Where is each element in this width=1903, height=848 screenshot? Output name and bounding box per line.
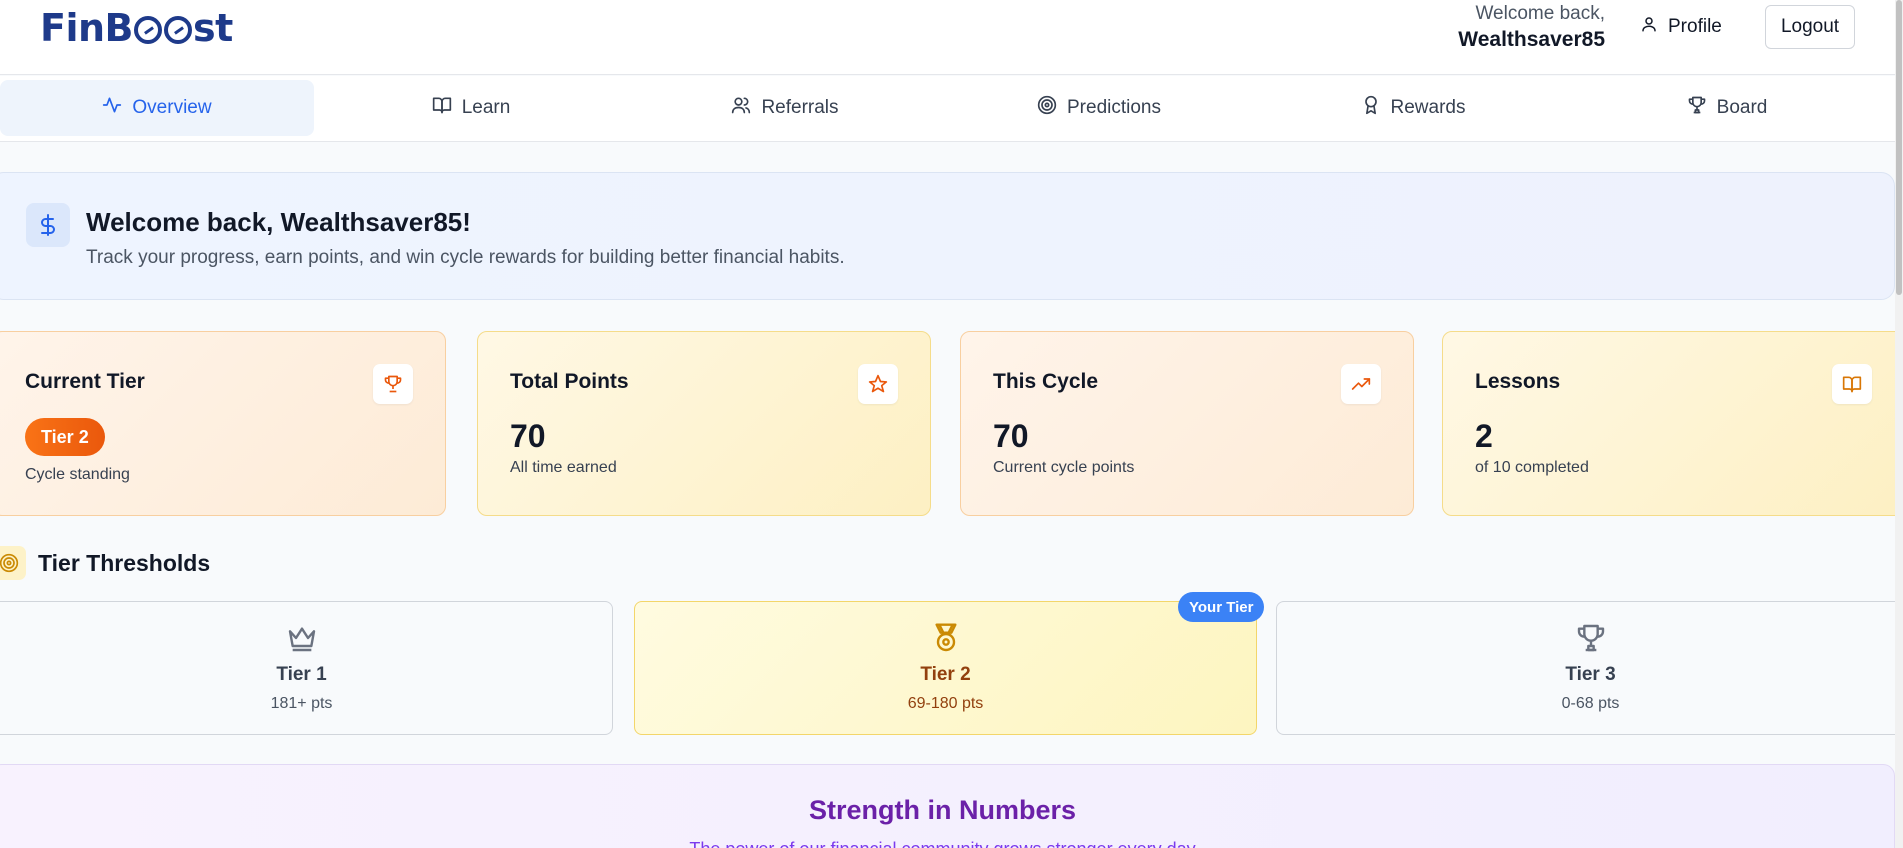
tab-label: Predictions bbox=[1067, 97, 1161, 118]
logout-button[interactable]: Logout bbox=[1765, 5, 1855, 49]
book-icon bbox=[432, 95, 452, 121]
tab-learn[interactable]: Learn bbox=[314, 80, 628, 136]
card-subtitle: Cycle standing bbox=[25, 466, 130, 483]
card-value: 2 bbox=[1475, 418, 1493, 454]
tier-name: Tier 1 bbox=[276, 664, 327, 685]
user-icon bbox=[1640, 15, 1658, 39]
card-subtitle: All time earned bbox=[510, 459, 617, 476]
total-points-card: Total Points 70 All time earned bbox=[477, 331, 931, 516]
tier-points: 0-68 pts bbox=[1561, 695, 1620, 712]
trophy-icon bbox=[373, 364, 413, 404]
tier-name: Tier 2 bbox=[920, 664, 971, 685]
tier-name: Tier 3 bbox=[1565, 664, 1616, 685]
scroll-thumb[interactable] bbox=[1896, 0, 1902, 295]
trophy-icon bbox=[1687, 95, 1707, 121]
tab-label: Rewards bbox=[1390, 97, 1466, 118]
tab-label: Learn bbox=[461, 97, 511, 118]
tab-referrals[interactable]: Referrals bbox=[628, 80, 942, 136]
target-icon bbox=[1037, 95, 1057, 121]
username-label: Wealthsaver85 bbox=[1458, 28, 1605, 51]
card-title: This Cycle bbox=[993, 370, 1099, 393]
star-icon bbox=[858, 364, 898, 404]
crown-icon bbox=[0, 622, 612, 654]
section-title: Tier Thresholds bbox=[38, 549, 211, 576]
strength-title: Strength in Numbers bbox=[808, 795, 1077, 825]
card-title: Current Tier bbox=[25, 370, 145, 393]
tab-label: Referrals bbox=[761, 97, 839, 118]
banner-title: Welcome back, Wealthsaver85! bbox=[86, 207, 471, 237]
current-tier-card: Current Tier Tier 2 Cycle standing bbox=[0, 331, 446, 516]
this-cycle-card: This Cycle 70 Current cycle points bbox=[960, 331, 1414, 516]
banner-subtitle: Track your progress, earn points, and wi… bbox=[86, 247, 845, 268]
tab-rewards[interactable]: Rewards bbox=[1256, 80, 1570, 136]
book-icon bbox=[1832, 364, 1872, 404]
card-subtitle: Current cycle points bbox=[993, 459, 1135, 476]
tab-overview[interactable]: Overview bbox=[0, 80, 314, 136]
strength-subtitle: The power of our financial community gro… bbox=[0, 839, 1894, 848]
tier-badge: Tier 2 bbox=[25, 418, 105, 456]
finboost-logo[interactable]: FinB st bbox=[40, 6, 233, 50]
activity-icon bbox=[102, 95, 122, 121]
profile-button[interactable]: Profile bbox=[1640, 12, 1722, 42]
trending-up-icon bbox=[1341, 364, 1381, 404]
tier-2-box: Tier 2 69-180 pts bbox=[634, 601, 1257, 735]
welcome-label: Welcome back, bbox=[1475, 3, 1605, 24]
tier-points: 181+ pts bbox=[270, 695, 333, 712]
tab-label: Overview bbox=[132, 97, 212, 118]
award-icon bbox=[1361, 95, 1381, 121]
tier-points: 69-180 pts bbox=[907, 695, 984, 712]
welcome-banner: Welcome back, Wealthsaver85! Track your … bbox=[0, 172, 1895, 300]
lessons-card: Lessons 2 of 10 completed bbox=[1442, 331, 1903, 516]
card-title: Total Points bbox=[510, 370, 629, 393]
tab-board[interactable]: Board bbox=[1570, 80, 1884, 136]
target-icon bbox=[0, 546, 26, 580]
page-scrollbar[interactable] bbox=[1895, 0, 1903, 848]
card-subtitle: of 10 completed bbox=[1475, 459, 1589, 476]
card-value: 70 bbox=[993, 418, 1029, 454]
welcome-block: Welcome back, Wealthsaver85 bbox=[1458, 2, 1605, 54]
tab-predictions[interactable]: Predictions bbox=[942, 80, 1256, 136]
tier-3-box: Tier 3 0-68 pts bbox=[1276, 601, 1903, 735]
profile-label: Profile bbox=[1668, 16, 1722, 37]
tier-1-box: Tier 1 181+ pts bbox=[0, 601, 613, 735]
card-value: 70 bbox=[510, 418, 546, 454]
tier-thresholds-header: Tier Thresholds bbox=[0, 546, 210, 580]
users-icon bbox=[731, 95, 751, 121]
dollar-icon bbox=[26, 203, 70, 247]
card-title: Lessons bbox=[1475, 370, 1561, 393]
top-header: FinB st Welcome back, Wealthsaver85 Profi… bbox=[0, 0, 1903, 75]
trophy-icon bbox=[1277, 622, 1903, 654]
medal-icon bbox=[635, 622, 1256, 654]
your-tier-badge: Your Tier bbox=[1178, 592, 1265, 622]
strength-banner: Strength in Numbers The power of our fin… bbox=[0, 764, 1895, 848]
tab-label: Board bbox=[1716, 97, 1768, 118]
main-tabs: Overview Learn Referrals Predictions Rew… bbox=[0, 76, 1903, 142]
